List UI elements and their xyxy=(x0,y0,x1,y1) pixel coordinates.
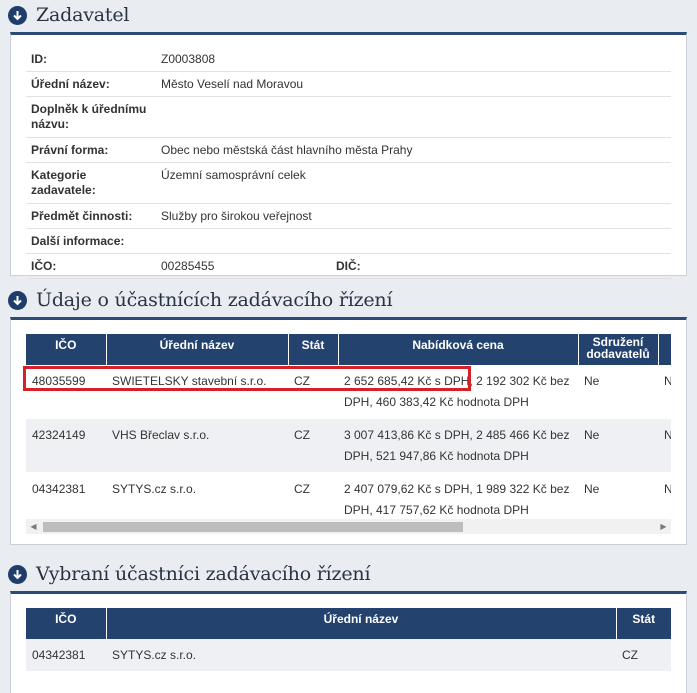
cell-ico: 04342381 xyxy=(26,639,106,672)
vybrani-table-wrap: IČO Úřední název Stát 04342381 SYTYS.cz … xyxy=(26,608,671,693)
vybrani-table: IČO Úřední název Stát 04342381 SYTYS.cz … xyxy=(26,608,671,672)
cell-stat: CZ xyxy=(288,472,338,521)
cell-ico: 04342381 xyxy=(26,472,106,521)
section-head-vybrani[interactable]: Vybraní účastníci zadávacího řízení xyxy=(8,559,371,589)
cell-sdruzeni: Ne xyxy=(578,418,658,473)
detail-label: Další informace: xyxy=(31,234,125,248)
section-title: Zadavatel xyxy=(36,4,130,26)
col-header-extra xyxy=(658,334,671,365)
detail-row-pravni-forma: Právní forma: Obec nebo městská část hla… xyxy=(26,138,671,163)
detail-value: Z0003808 xyxy=(161,52,216,66)
cell-nazev: VHS Břeclav s.r.o. xyxy=(106,418,288,473)
ucastnici-table: IČO Úřední název Stát Nabídková cena Sdr… xyxy=(26,334,671,521)
table-row[interactable]: 04342381 SYTYS.cz s.r.o. CZ xyxy=(26,639,671,672)
col-header-ico[interactable]: IČO xyxy=(26,334,107,365)
detail-row-predmet: Předmět činnosti: Služby pro širokou veř… xyxy=(26,204,671,229)
cell-sdruzeni: Ne xyxy=(578,472,658,521)
cell-sdruzeni: Ne xyxy=(578,365,658,419)
detail-label: IČO: xyxy=(31,259,57,273)
col-header-cena[interactable]: Nabídková cena xyxy=(338,334,579,365)
detail-label: Předmět činnosti: xyxy=(31,209,133,223)
detail-label: Právní forma: xyxy=(31,143,109,157)
zadavatel-detail: ID: Z0003808 Úřední název: Město Veselí … xyxy=(26,47,671,279)
cell-extra: N xyxy=(658,365,671,419)
detail-row-id: ID: Z0003808 xyxy=(26,47,671,72)
detail-row-dalsi: Další informace: xyxy=(26,229,671,254)
col-header-stat[interactable]: Stát xyxy=(288,334,339,365)
detail-value: Obec nebo městská část hlavního města Pr… xyxy=(161,143,413,157)
col-header-stat[interactable]: Stát xyxy=(616,608,671,639)
col-header-ico[interactable]: IČO xyxy=(26,608,107,639)
col-header-nazev[interactable]: Úřední název xyxy=(106,334,289,365)
detail-row-kategorie: Kategorie zadavatele: Územní samosprávní… xyxy=(26,163,671,204)
cell-stat: CZ xyxy=(616,639,671,672)
col-header-sdruzeni[interactable]: Sdružení dodavatelů xyxy=(578,334,659,365)
arrow-down-circle-icon[interactable] xyxy=(8,5,27,25)
scroll-right-arrow-icon[interactable]: ▶ xyxy=(656,519,671,534)
detail-row-nazev: Úřední název: Město Veselí nad Moravou xyxy=(26,72,671,97)
detail-label: Úřední název: xyxy=(31,77,110,91)
ucastnici-table-scroll[interactable]: IČO Úřední název Stát Nabídková cena Sdr… xyxy=(26,334,671,521)
arrow-down-circle-icon[interactable] xyxy=(8,564,27,584)
cell-extra: N xyxy=(658,472,671,521)
detail-value: Město Veselí nad Moravou xyxy=(161,77,304,91)
table-row[interactable]: 04342381 SYTYS.cz s.r.o. CZ 2 407 079,62… xyxy=(26,472,671,521)
scroll-left-arrow-icon[interactable]: ◀ xyxy=(26,519,41,534)
ucastnici-panel: IČO Úřední název Stát Nabídková cena Sdr… xyxy=(10,317,687,545)
cell-cena: 3 007 413,86 Kč s DPH, 2 485 466 Kč bez … xyxy=(338,418,578,473)
scrollbar-thumb[interactable] xyxy=(43,522,463,532)
section-title: Vybraní účastníci zadávacího řízení xyxy=(36,563,371,585)
detail-label: ID: xyxy=(31,52,47,66)
arrow-down-circle-icon[interactable] xyxy=(8,290,27,310)
section-head-ucastnici[interactable]: Údaje o účastnících zadávacího řízení xyxy=(8,285,393,315)
table-row[interactable]: 42324149 VHS Břeclav s.r.o. CZ 3 007 413… xyxy=(26,418,671,473)
cell-extra: N xyxy=(658,418,671,473)
cell-nazev: SYTYS.cz s.r.o. xyxy=(106,639,616,672)
detail-value: 00285455 xyxy=(161,259,215,273)
col-header-nazev[interactable]: Úřední název xyxy=(106,608,617,639)
detail-label: DIČ: xyxy=(336,259,361,273)
highlight-box xyxy=(23,366,471,391)
cell-nazev: SYTYS.cz s.r.o. xyxy=(106,472,288,521)
detail-row-doplnek: Doplněk k úřednímu názvu: xyxy=(26,97,671,138)
zadavatel-panel: ID: Z0003808 Úřední název: Město Veselí … xyxy=(10,32,687,279)
vybrani-panel: IČO Úřední název Stát 04342381 SYTYS.cz … xyxy=(10,591,687,693)
detail-label: Kategorie zadavatele: xyxy=(31,168,96,197)
section-title: Údaje o účastnících zadávacího řízení xyxy=(36,289,393,311)
cell-ico: 42324149 xyxy=(26,418,106,473)
cell-cena: 2 407 079,62 Kč s DPH, 1 989 322 Kč bez … xyxy=(338,472,578,521)
horizontal-scrollbar[interactable]: ◀ ▶ xyxy=(26,519,671,534)
detail-label: Doplněk k úřednímu názvu: xyxy=(31,102,147,131)
cell-stat: CZ xyxy=(288,418,338,473)
detail-value: Služby pro širokou veřejnost xyxy=(161,209,312,223)
section-head-zadavatel[interactable]: Zadavatel xyxy=(8,0,129,30)
detail-value: Územní samosprávní celek xyxy=(161,168,306,182)
detail-row-ico: IČO: 00285455 DIČ: xyxy=(26,254,671,279)
